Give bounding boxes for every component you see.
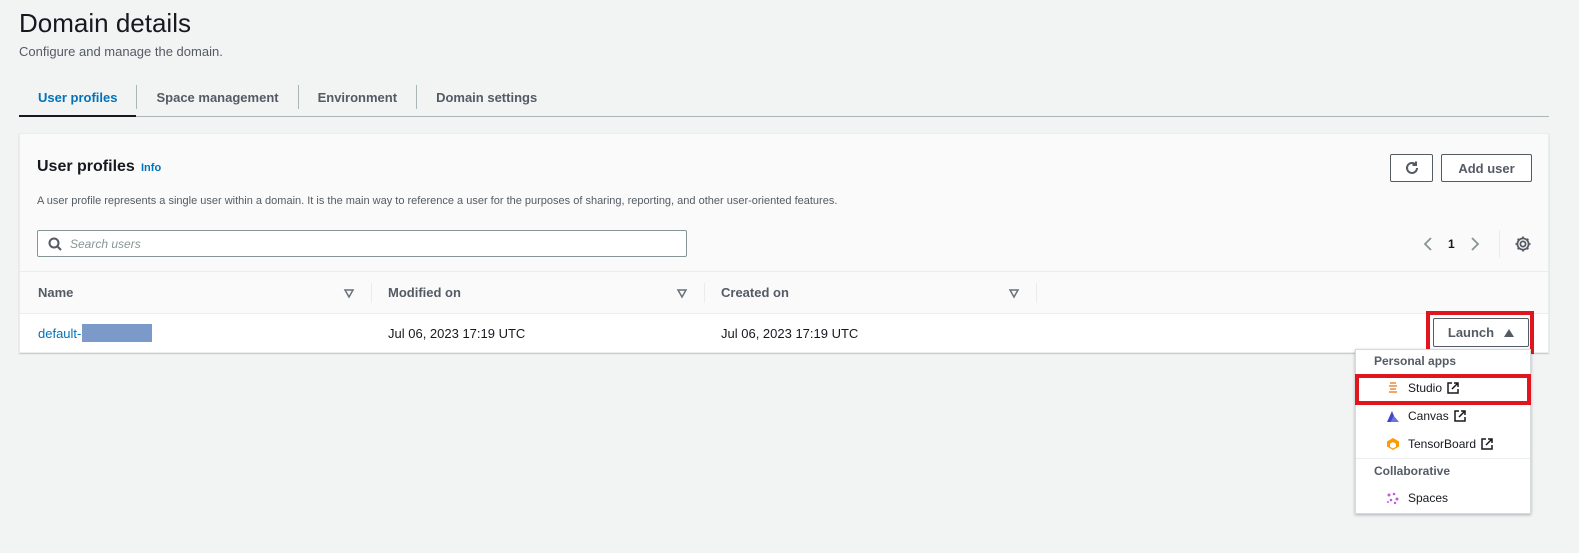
- next-page-icon[interactable]: [1467, 234, 1483, 254]
- gear-icon[interactable]: [1514, 235, 1532, 253]
- menu-item-label: TensorBoard: [1408, 437, 1477, 451]
- menu-group-personal-apps: Personal apps: [1374, 354, 1457, 368]
- tab-bar: User profiles Space management Environme…: [19, 78, 1549, 117]
- search-input[interactable]: [70, 231, 686, 256]
- menu-item-label: Canvas: [1408, 409, 1449, 423]
- menu-item-spaces[interactable]: Spaces: [1356, 485, 1530, 511]
- refresh-button[interactable]: [1390, 154, 1433, 182]
- column-divider: [371, 283, 372, 303]
- user-profiles-panel: User profiles Info A user profile repres…: [19, 133, 1549, 353]
- page-title: Domain details: [19, 8, 191, 38]
- user-name-cell: default-: [38, 314, 153, 352]
- column-header-created-on[interactable]: Created on: [721, 272, 789, 313]
- created-on-cell: Jul 06, 2023 17:19 UTC: [721, 325, 859, 341]
- menu-group-collaborative: Collaborative: [1374, 464, 1451, 478]
- menu-item-label: Spaces: [1408, 491, 1449, 505]
- pagination-divider: [1499, 230, 1500, 258]
- spaces-icon: [1386, 491, 1400, 505]
- search-icon: [48, 237, 62, 251]
- panel-description: A user profile represents a single user …: [37, 195, 838, 207]
- sort-icon[interactable]: [1008, 287, 1020, 299]
- panel-title: User profiles: [37, 158, 135, 175]
- external-link-icon: [1481, 438, 1493, 450]
- tab-user-profiles[interactable]: User profiles: [19, 78, 137, 117]
- canvas-icon: [1386, 409, 1400, 423]
- launch-button-label: Launch: [1447, 325, 1495, 340]
- column-header-modified-on[interactable]: Modified on: [388, 272, 461, 313]
- sort-icon[interactable]: [676, 287, 688, 299]
- info-link[interactable]: Info: [141, 162, 161, 174]
- page-subtitle: Configure and manage the domain.: [19, 44, 223, 59]
- caret-up-icon: [1504, 328, 1515, 337]
- search-box: [37, 230, 687, 257]
- column-divider: [1036, 283, 1037, 303]
- external-link-icon: [1453, 410, 1466, 422]
- highlight-box: [1355, 374, 1531, 405]
- sort-icon[interactable]: [343, 287, 355, 299]
- column-divider: [704, 283, 705, 303]
- pagination: 1: [1420, 234, 1483, 254]
- menu-item-canvas[interactable]: Canvas: [1356, 403, 1530, 429]
- user-profile-link[interactable]: default-: [38, 326, 81, 341]
- column-header-name[interactable]: Name: [38, 272, 73, 313]
- redacted-text: [82, 324, 153, 342]
- current-page-number[interactable]: 1: [1448, 237, 1455, 251]
- tab-environment[interactable]: Environment: [299, 78, 416, 116]
- modified-on-cell: Jul 06, 2023 17:19 UTC: [388, 325, 526, 341]
- previous-page-icon[interactable]: [1420, 234, 1436, 254]
- tab-space-management[interactable]: Space management: [137, 78, 297, 116]
- refresh-icon: [1405, 161, 1418, 174]
- launch-button[interactable]: Launch: [1433, 318, 1529, 347]
- add-user-button[interactable]: Add user: [1441, 154, 1532, 182]
- table-row: default- Jul 06, 2023 17:19 UTC Jul 06, …: [20, 314, 1548, 352]
- menu-item-tensorboard[interactable]: TensorBoard: [1356, 431, 1530, 457]
- menu-divider: [1356, 458, 1530, 459]
- tab-domain-settings[interactable]: Domain settings: [417, 78, 556, 116]
- table-header: Name Modified on Created on: [20, 271, 1548, 314]
- tensorboard-icon: [1386, 437, 1400, 451]
